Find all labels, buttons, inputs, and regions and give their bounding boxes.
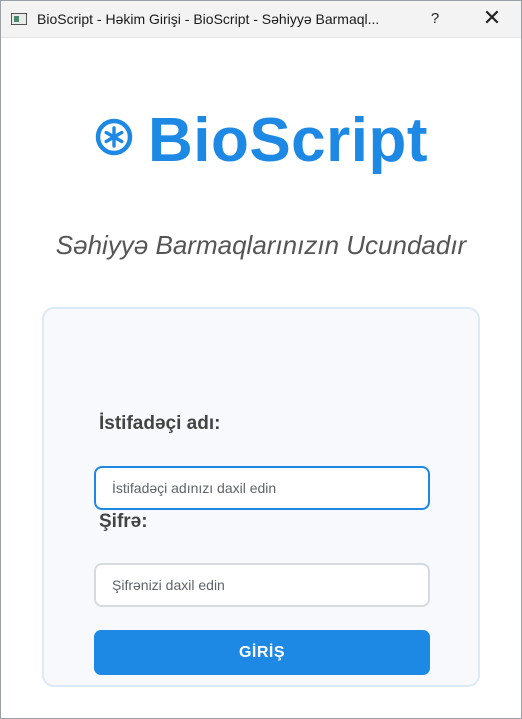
brand-slogan: Səhiyyə Barmaqlarınızın Ucundadır [55,230,467,260]
window-app-icon [11,13,27,25]
username-label: İstifadəçi adı: [99,413,221,434]
asterisk-circle-icon [95,118,133,155]
close-button[interactable]: ✕ [479,5,505,31]
title-bar: BioScript - Həkim Girişi - BioScript - S… [1,1,521,38]
password-label: Şifrə: [99,511,148,532]
password-input[interactable] [94,563,430,607]
login-button[interactable]: GİRİŞ [94,630,430,675]
app-window: BioScript - Həkim Girişi - BioScript - S… [0,0,522,719]
brand-header: BioScript [1,105,521,176]
window-title: BioScript - Həkim Girişi - BioScript - S… [37,11,380,27]
username-input[interactable] [94,466,430,510]
brand-name: BioScript [147,106,429,175]
help-button[interactable]: ? [423,7,447,31]
